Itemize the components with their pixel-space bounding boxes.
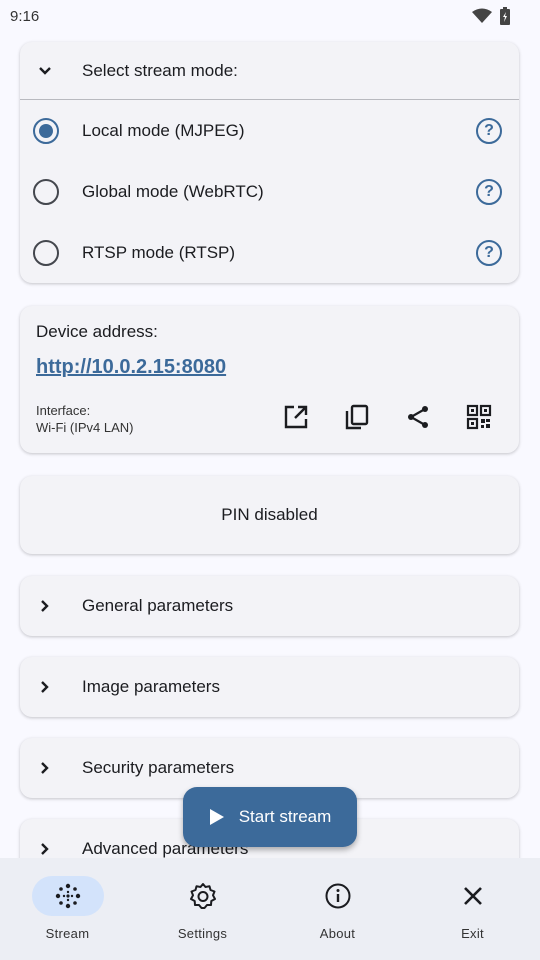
interface-info: Interface: Wi-Fi (IPv4 LAN) [36, 402, 134, 436]
chevron-right-icon [20, 679, 70, 695]
qr-code-icon[interactable] [448, 402, 509, 432]
copy-icon[interactable] [326, 402, 387, 432]
interface-label: Interface: [36, 403, 91, 418]
device-address-link[interactable]: http://10.0.2.15:8080 [36, 356, 503, 379]
radio-global[interactable] [33, 178, 59, 205]
radio-rtsp[interactable] [33, 239, 59, 266]
gear-icon [167, 876, 239, 916]
mode-option-rtsp[interactable]: RTSP mode (RTSP) ? [20, 222, 519, 283]
nav-item-about[interactable]: About [270, 858, 405, 960]
help-icon[interactable]: ? [476, 117, 502, 144]
wifi-icon [472, 8, 492, 23]
security-parameters-label: Security parameters [82, 758, 235, 777]
stream-mode-header[interactable]: Select stream mode: [20, 42, 519, 100]
close-icon [437, 876, 509, 916]
chevron-right-icon [20, 841, 70, 857]
mode-label: Local mode (MJPEG) [82, 120, 245, 140]
image-parameters-label: Image parameters [82, 677, 220, 696]
pin-card: PIN disabled [20, 476, 519, 554]
general-parameters-label: General parameters [82, 596, 234, 615]
status-time: 9:16 [10, 7, 40, 25]
chevron-right-icon [20, 598, 70, 614]
nav-label: Settings [177, 926, 228, 941]
radio-local[interactable] [33, 117, 59, 144]
device-address-title: Device address: [36, 322, 158, 341]
start-stream-label: Start stream [238, 807, 332, 826]
mode-option-global[interactable]: Global mode (WebRTC) ? [20, 161, 519, 222]
nav-label: Stream [45, 926, 90, 941]
info-icon [302, 876, 374, 916]
share-icon[interactable] [387, 402, 448, 432]
chevron-down-icon [20, 63, 70, 79]
stream-mode-card: Select stream mode: Local mode (MJPEG) ?… [20, 42, 519, 283]
chevron-right-icon [20, 760, 70, 776]
general-parameters-card[interactable]: General parameters [20, 576, 519, 636]
nav-label: About [319, 926, 356, 941]
mode-label: Global mode (WebRTC) [82, 181, 264, 201]
start-stream-button[interactable]: Start stream [183, 787, 357, 847]
help-icon[interactable]: ? [476, 178, 502, 205]
interface-value: Wi-Fi (IPv4 LAN) [36, 420, 134, 435]
help-icon[interactable]: ? [476, 239, 502, 266]
status-bar: 9:16 [0, 0, 540, 32]
nav-item-stream[interactable]: Stream [0, 858, 135, 960]
image-parameters-card[interactable]: Image parameters [20, 657, 519, 717]
nav-item-exit[interactable]: Exit [405, 858, 540, 960]
mode-label: RTSP mode (RTSP) [82, 242, 236, 262]
play-icon [209, 809, 224, 825]
battery-icon [500, 7, 510, 25]
mode-option-local[interactable]: Local mode (MJPEG) ? [20, 100, 519, 161]
nav-label: Exit [461, 926, 484, 941]
stream-icon [31, 876, 104, 916]
device-address-card: Device address: http://10.0.2.15:8080 In… [20, 306, 519, 453]
open-external-icon[interactable] [265, 402, 326, 432]
nav-item-settings[interactable]: Settings [135, 858, 270, 960]
pin-status: PIN disabled [221, 505, 318, 524]
stream-mode-title: Select stream mode: [82, 60, 238, 80]
bottom-navigation: Stream Settings About Exit [0, 858, 540, 960]
